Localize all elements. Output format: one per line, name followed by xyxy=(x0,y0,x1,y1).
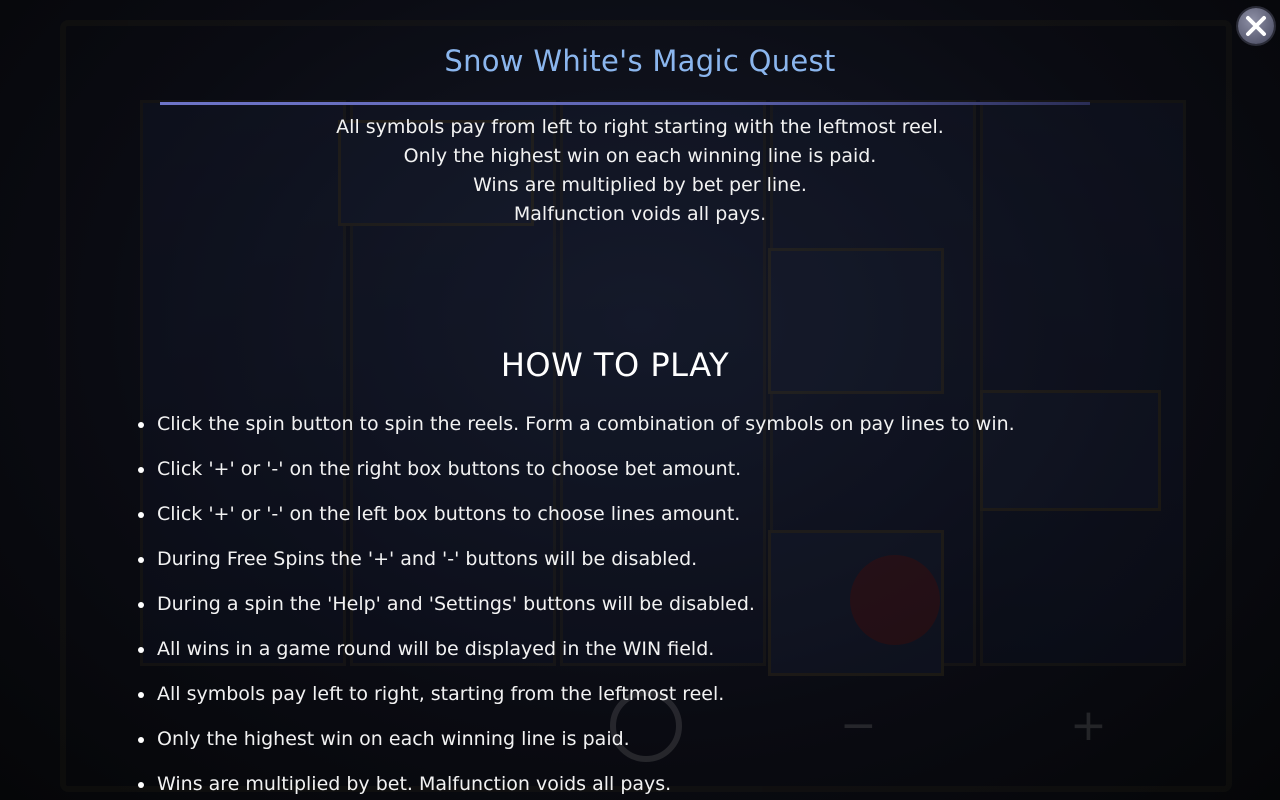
rule-text: During a spin the 'Help' and 'Settings' … xyxy=(157,593,755,615)
bullet-icon xyxy=(138,467,144,473)
rule-text: Click the spin button to spin the reels.… xyxy=(157,413,1015,435)
rule-text: Only the highest win on each winning lin… xyxy=(157,728,630,750)
rule-text: Click '+' or '-' on the left box buttons… xyxy=(157,503,741,525)
close-icon xyxy=(1246,16,1266,36)
intro-line: Malfunction voids all pays. xyxy=(513,203,767,225)
rule-item: Click '+' or '-' on the right box button… xyxy=(136,455,1136,500)
rule-item: All symbols pay left to right, starting … xyxy=(136,680,1136,725)
paytable-intro: All symbols pay from left to right start… xyxy=(160,113,1120,229)
bullet-icon xyxy=(138,557,144,563)
intro-line: Wins are multiplied by bet per line. xyxy=(473,174,807,196)
how-to-play-list: Click the spin button to spin the reels.… xyxy=(136,410,1136,800)
bullet-icon xyxy=(138,647,144,653)
rule-text: During Free Spins the '+' and '-' button… xyxy=(157,548,698,570)
rule-text: All wins in a game round will be display… xyxy=(157,638,715,660)
rule-item: Wins are multiplied by bet. Malfunction … xyxy=(136,770,1136,800)
rule-item: Click the spin button to spin the reels.… xyxy=(136,410,1136,455)
rule-item: During a spin the 'Help' and 'Settings' … xyxy=(136,590,1136,635)
rule-text: All symbols pay left to right, starting … xyxy=(157,683,725,705)
rule-item: Only the highest win on each winning lin… xyxy=(136,725,1136,770)
close-button[interactable] xyxy=(1238,8,1274,44)
bullet-icon xyxy=(138,737,144,743)
bullet-icon xyxy=(138,602,144,608)
bullet-icon xyxy=(138,422,144,428)
bullet-icon xyxy=(138,692,144,698)
intro-line: Only the highest win on each winning lin… xyxy=(403,145,877,167)
game-title: Snow White's Magic Quest xyxy=(444,44,836,78)
help-screen: + − Snow White's Magic Quest All symbols… xyxy=(0,0,1280,800)
rule-item: Click '+' or '-' on the left box buttons… xyxy=(136,500,1136,545)
rule-item: All wins in a game round will be display… xyxy=(136,635,1136,680)
rule-item: During Free Spins the '+' and '-' button… xyxy=(136,545,1136,590)
how-to-play-heading: HOW TO PLAY xyxy=(500,346,730,384)
bullet-icon xyxy=(138,512,144,518)
rule-text: Wins are multiplied by bet. Malfunction … xyxy=(157,773,672,795)
intro-line: All symbols pay from left to right start… xyxy=(336,116,944,138)
bullet-icon xyxy=(138,782,144,788)
rule-text: Click '+' or '-' on the right box button… xyxy=(157,458,742,480)
title-divider xyxy=(160,102,1090,105)
